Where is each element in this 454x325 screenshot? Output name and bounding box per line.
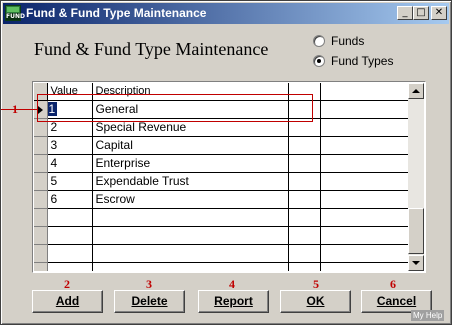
blank-cell xyxy=(320,244,409,263)
empty-cell[interactable] xyxy=(47,244,93,263)
description-cell[interactable]: Enterprise xyxy=(92,154,289,173)
scroll-down-button[interactable] xyxy=(408,255,424,271)
scroll-up-button[interactable] xyxy=(408,83,424,99)
delete-button[interactable]: Delete xyxy=(114,290,185,313)
blank-cell xyxy=(320,154,409,173)
blank-cell xyxy=(320,118,409,137)
radio-fund-types-label: Fund Types xyxy=(331,54,394,68)
blank-cell xyxy=(288,262,321,271)
fund-maintenance-window: FUND Fund & Fund Type Maintenance _ □ ✕ … xyxy=(0,0,452,325)
blank-cell xyxy=(320,136,409,155)
description-cell[interactable]: Expendable Trust xyxy=(92,172,289,191)
blank-cell xyxy=(320,172,409,191)
close-icon: ✕ xyxy=(434,7,444,18)
row-selector[interactable] xyxy=(34,190,48,209)
close-button[interactable]: ✕ xyxy=(431,6,447,20)
empty-cell[interactable] xyxy=(92,262,289,271)
row-selector[interactable] xyxy=(34,226,48,245)
empty-cell[interactable] xyxy=(47,208,93,227)
blank-cell xyxy=(320,262,409,271)
ok-button[interactable]: OK xyxy=(280,290,351,313)
value-cell[interactable]: 6 xyxy=(47,190,93,209)
empty-cell[interactable] xyxy=(47,262,93,271)
minimize-icon: _ xyxy=(402,7,408,18)
value-cell[interactable]: 5 xyxy=(47,172,93,191)
maximize-icon: □ xyxy=(416,7,426,18)
radio-fund-types[interactable]: Fund Types xyxy=(313,53,393,69)
title-bar[interactable]: FUND Fund & Fund Type Maintenance _ □ ✕ xyxy=(3,3,449,24)
my-help-badge[interactable]: My Help xyxy=(411,310,445,321)
blank-cell xyxy=(320,208,409,227)
radio-funds-label: Funds xyxy=(331,34,365,48)
table-row[interactable]: 4 Enterprise xyxy=(34,154,409,173)
row-selector[interactable] xyxy=(34,154,48,173)
table-row[interactable]: 3 Capital xyxy=(34,136,409,155)
radio-funds[interactable]: Funds xyxy=(313,33,364,49)
blank-cell xyxy=(288,244,321,263)
value-cell[interactable]: 3 xyxy=(47,136,93,155)
blank-cell xyxy=(288,172,321,191)
blank-cell xyxy=(288,208,321,227)
blank-cell xyxy=(320,190,409,209)
empty-row[interactable] xyxy=(34,208,409,227)
vertical-scrollbar[interactable] xyxy=(408,83,424,271)
add-button[interactable]: Add xyxy=(32,290,103,313)
empty-cell[interactable] xyxy=(92,244,289,263)
table-row[interactable]: 6 Escrow xyxy=(34,190,409,209)
description-cell[interactable]: Capital xyxy=(92,136,289,155)
maximize-button[interactable]: □ xyxy=(413,6,429,20)
blank-cell xyxy=(320,100,409,119)
table-row[interactable]: 5 Expendable Trust xyxy=(34,172,409,191)
arrow-up-icon xyxy=(412,89,420,93)
empty-row[interactable] xyxy=(34,244,409,263)
column-header-blank xyxy=(320,83,409,101)
row-selector[interactable] xyxy=(34,244,48,263)
radio-fund-types-button[interactable] xyxy=(313,55,325,67)
blank-cell xyxy=(288,226,321,245)
window-title: Fund & Fund Type Maintenance xyxy=(26,6,207,20)
report-button[interactable]: Report xyxy=(198,290,269,313)
row-selector[interactable] xyxy=(34,136,48,155)
description-cell[interactable]: Escrow xyxy=(92,190,289,209)
empty-cell[interactable] xyxy=(92,208,289,227)
app-icon: FUND xyxy=(5,5,25,21)
callout-highlight-box xyxy=(37,94,313,122)
page-heading: Fund & Fund Type Maintenance xyxy=(34,39,269,59)
blank-cell xyxy=(320,226,409,245)
minimize-button[interactable]: _ xyxy=(397,6,413,20)
value-cell[interactable]: 4 xyxy=(47,154,93,173)
arrow-down-icon xyxy=(412,261,420,265)
empty-row[interactable] xyxy=(34,226,409,245)
blank-cell xyxy=(288,154,321,173)
row-selector[interactable] xyxy=(34,208,48,227)
app-icon-label: FUND xyxy=(6,13,25,20)
empty-row[interactable] xyxy=(34,262,409,271)
row-selector[interactable] xyxy=(34,262,48,271)
blank-cell xyxy=(288,136,321,155)
scroll-thumb[interactable] xyxy=(408,208,424,254)
empty-cell[interactable] xyxy=(47,226,93,245)
row-selector[interactable] xyxy=(34,172,48,191)
callout-line xyxy=(1,109,37,110)
blank-cell xyxy=(288,190,321,209)
radio-funds-button[interactable] xyxy=(313,35,325,47)
empty-cell[interactable] xyxy=(92,226,289,245)
callout-number-1: 1 xyxy=(12,102,18,116)
